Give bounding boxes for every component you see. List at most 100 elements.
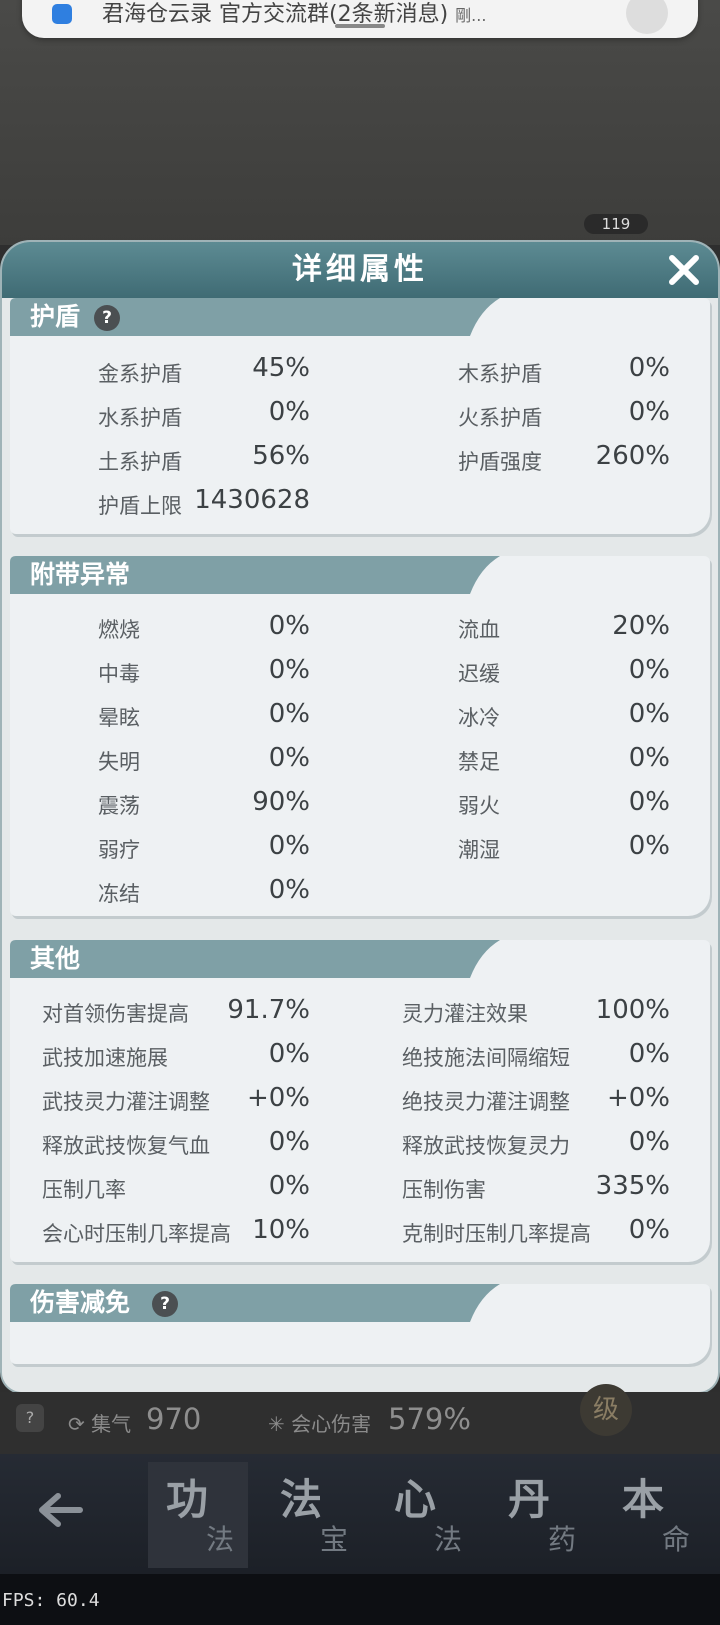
stat-value: 260% — [595, 441, 670, 471]
stat-value: 0% — [268, 655, 310, 685]
section-header: 附带异常 — [10, 556, 500, 594]
panel-title: 详细属性 — [292, 252, 428, 287]
close-button[interactable] — [666, 252, 702, 288]
stat-value: 90% — [252, 787, 310, 817]
stat-value: 0% — [268, 1171, 310, 1201]
stat-value: 0% — [628, 743, 670, 773]
tab-subchar: 宝 — [320, 1523, 349, 1556]
tab-xinfa[interactable]: 心 法 — [376, 1462, 476, 1568]
stat-label: 迟缓 — [458, 662, 500, 686]
tab-subchar: 法 — [434, 1523, 463, 1556]
tab-gongfa[interactable]: 功 法 — [148, 1462, 248, 1568]
system-bar — [0, 1574, 720, 1625]
stat-label: 武技加速施展 — [42, 1046, 168, 1070]
stat-label: 绝技灵力灌注调整 — [402, 1090, 570, 1114]
app-icon — [52, 4, 72, 24]
stat-value: 0% — [268, 699, 310, 729]
panel-body: 护盾 ? 金系护盾 45% 水系护盾 0% 土系护盾 56% 护盾上限 1430… — [2, 298, 718, 1392]
stat-value: 0% — [628, 787, 670, 817]
stat-strip-label: ✳ 会心伤害 — [268, 1412, 372, 1436]
back-arrow-icon — [39, 1493, 83, 1527]
stat-label: 绝技施法间隔缩短 — [402, 1046, 570, 1070]
tab-danyao[interactable]: 丹 药 — [490, 1462, 590, 1568]
tab-char: 本 — [622, 1475, 665, 1524]
stat-label: 弱火 — [458, 794, 500, 818]
stat-label: 潮湿 — [458, 838, 500, 862]
stat-value: 0% — [268, 397, 310, 427]
help-icon[interactable]: ? — [94, 305, 120, 331]
stat-value: 0% — [628, 699, 670, 729]
stat-value: 0% — [268, 875, 310, 905]
tab-subchar: 命 — [662, 1523, 691, 1556]
section-title: 护盾 — [30, 302, 81, 331]
stat-label: 释放武技恢复灵力 — [402, 1134, 570, 1158]
stat-value: 0% — [268, 831, 310, 861]
section-title: 其他 — [30, 944, 81, 973]
tab-fabao[interactable]: 法 宝 — [262, 1462, 362, 1568]
stat-label: 木系护盾 — [458, 362, 542, 386]
info-icon[interactable]: ? — [16, 1404, 44, 1432]
notification-banner[interactable]: 君海仓云录 官方交流群(2条新消息) 剛... — [22, 0, 698, 38]
stat-label: 火系护盾 — [458, 406, 542, 430]
section-header: 其他 — [10, 940, 500, 978]
stat-label: 灵力灌注效果 — [402, 1002, 528, 1026]
stat-label: 冰冷 — [458, 706, 500, 730]
stat-value: 0% — [628, 353, 670, 383]
stat-value: 45% — [252, 353, 310, 383]
stat-label: 对首领伤害提高 — [42, 1002, 189, 1026]
stat-value: 0% — [628, 1215, 670, 1245]
damage-reduction-section: 伤害减免 ? — [10, 1284, 710, 1364]
tab-char: 法 — [280, 1475, 323, 1524]
stat-label: 失明 — [98, 750, 140, 774]
stat-value: 0% — [628, 655, 670, 685]
tab-benming[interactable]: 本 命 — [604, 1462, 704, 1568]
stat-value: 0% — [628, 831, 670, 861]
stat-label: 金系护盾 — [98, 362, 182, 386]
notification-action-icon[interactable] — [626, 0, 668, 34]
tab-char: 丹 — [508, 1475, 551, 1524]
stat-label: 护盾强度 — [458, 450, 542, 474]
stat-label: 流血 — [458, 618, 500, 642]
stat-label: 土系护盾 — [98, 450, 182, 474]
stat-value: 0% — [628, 397, 670, 427]
back-button[interactable] — [30, 1480, 90, 1540]
abnormal-section: 附带异常 燃烧 0% 中毒 0% 晕眩 0% 失明 0% 震荡 90% 弱疗 0… — [10, 556, 710, 916]
stat-value: 0% — [268, 1039, 310, 1069]
stat-label: 释放武技恢复气血 — [42, 1134, 210, 1158]
section-header: 伤害减免 ? — [10, 1284, 500, 1322]
stat-label: 震荡 — [98, 794, 140, 818]
stat-label: 压制伤害 — [402, 1178, 486, 1202]
tab-subchar: 药 — [548, 1523, 577, 1556]
stat-value: 0% — [628, 1127, 670, 1157]
stat-label: 中毒 — [98, 662, 140, 686]
drag-handle[interactable] — [335, 24, 385, 28]
stat-value: 0% — [268, 1127, 310, 1157]
stat-value: 20% — [612, 611, 670, 641]
stat-value: 100% — [595, 995, 670, 1025]
stat-value: +0% — [246, 1083, 310, 1113]
stat-label: 水系护盾 — [98, 406, 182, 430]
help-icon[interactable]: ? — [152, 1291, 178, 1317]
section-title: 附带异常 — [30, 560, 131, 589]
stat-label: 武技灵力灌注调整 — [42, 1090, 210, 1114]
other-section: 其他 对首领伤害提高 91.7% 武技加速施展 0% 武技灵力灌注调整 +0% … — [10, 940, 710, 1262]
section-header: 护盾 ? — [10, 298, 500, 336]
tab-subchar: 法 — [206, 1523, 235, 1556]
stat-label: 冻结 — [98, 882, 140, 906]
fps-counter: FPS: 60.4 — [2, 1590, 100, 1611]
section-title: 伤害减免 — [30, 1288, 131, 1317]
stat-value: 335% — [595, 1171, 670, 1201]
stat-label: 晕眩 — [98, 706, 140, 730]
stat-label: 压制几率 — [42, 1178, 126, 1202]
stat-value: 1430628 — [194, 485, 310, 515]
stat-strip-value: 970 — [146, 1402, 202, 1436]
scene-count-badge: 119 — [584, 214, 648, 234]
level-badge: 级 — [580, 1384, 632, 1436]
details-panel: 详细属性 护盾 ? 金系护盾 45% 水系护盾 0% 土系护盾 56% 护盾上限… — [2, 242, 718, 1392]
stat-label: 弱疗 — [98, 838, 140, 862]
stat-value: 0% — [268, 611, 310, 641]
close-icon — [669, 255, 699, 285]
tab-char: 功 — [166, 1475, 209, 1524]
stat-strip-label: ⟳ 集气 — [68, 1412, 132, 1436]
stat-value: 91.7% — [227, 995, 310, 1025]
